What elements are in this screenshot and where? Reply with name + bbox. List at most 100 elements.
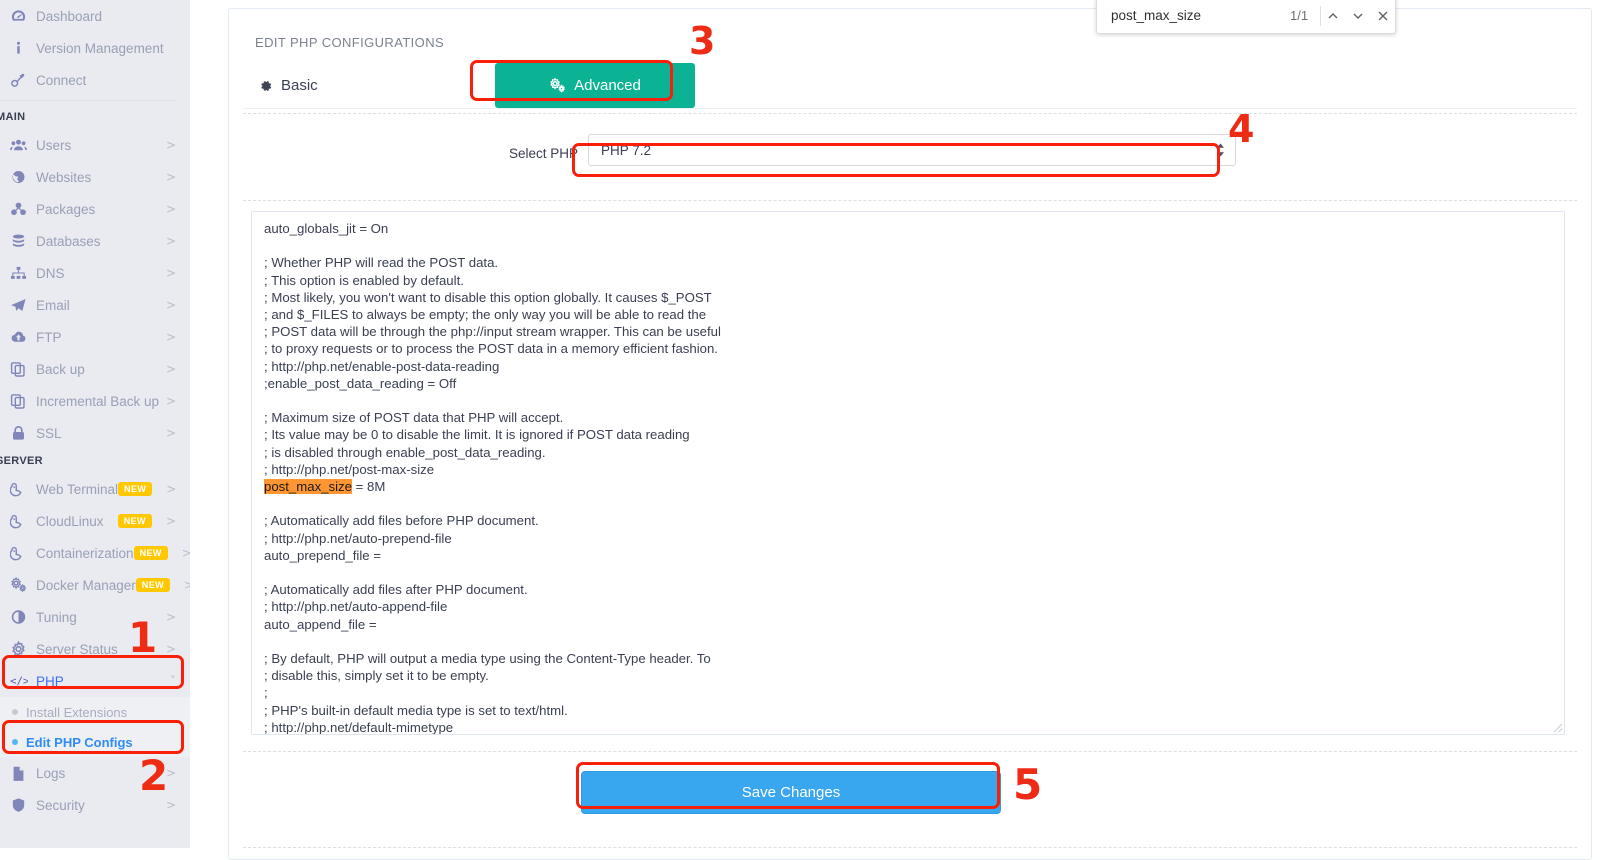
select-php-label: Select PHP [509,146,579,161]
database-icon [10,233,36,249]
find-previous-icon[interactable] [1321,0,1346,34]
tab-basic[interactable]: Basic [259,63,389,108]
sidebar-item-label: Connect [36,72,87,88]
sidebar-item-connect[interactable]: Connect [0,64,190,96]
sidebar-subitem-label: Edit PHP Configs [26,734,133,750]
sidebar-item-label: Dashboard [36,8,103,24]
sidebar-item-server-status[interactable]: Server Status > [0,633,190,665]
chevron-right-icon: > [181,546,190,560]
new-badge: NEW [133,546,168,560]
dashboard-icon [10,8,36,24]
sitemap-icon [10,265,36,281]
sidebar-item-back-up[interactable]: Back up > [0,353,190,385]
globe-icon [10,169,36,185]
chevron-right-icon: > [165,798,176,812]
sidebar-item-websites[interactable]: Websites > [0,161,190,193]
paper-plane-icon [10,297,36,313]
new-badge: NEW [117,514,152,528]
sidebar-item-packages[interactable]: Packages > [0,193,190,225]
sidebar-server-group: Web Terminal NEW > CloudLinux NEW > Containeri… [0,473,190,665]
select-caret-icon [1216,143,1225,158]
find-input[interactable] [1097,7,1290,24]
gear-icon [259,79,273,93]
tab-advanced[interactable]: Advanced [495,63,695,108]
sidebar-item-version-management[interactable]: Version Management [0,32,190,64]
annotation-number-2: 2 [139,751,169,800]
contrast-icon [10,609,36,625]
sidebar-item-label: SSL [36,425,62,441]
info-icon [10,40,36,56]
sidebar-item-containerization[interactable]: Containerization NEW > [0,537,190,569]
shield-icon [10,797,36,813]
chevron-right-icon: > [165,202,176,216]
chevron-right-icon: > [165,298,176,312]
sidebar-item-label: CloudLinux [36,513,104,529]
sidebar-item-cloudlinux[interactable]: CloudLinux NEW > [0,505,190,537]
lock-icon [10,425,36,441]
whale-icon [10,481,36,497]
sidebar-item-label: DNS [36,265,65,281]
sidebar-item-php[interactable]: </> PHP ˅ [0,665,190,697]
packages-icon [10,201,36,217]
chevron-right-icon: > [165,266,176,280]
code-icon: </> [10,674,36,688]
separator-above-save [243,751,1577,752]
sidebar-item-databases[interactable]: Databases > [0,225,190,257]
find-next-icon[interactable] [1346,0,1371,34]
bullet-icon [12,739,18,745]
tab-bar: Basic Advanced [243,63,1577,109]
new-badge: NEW [135,578,170,592]
sidebar-item-tuning[interactable]: Tuning > [0,601,190,633]
chevron-right-icon: > [165,362,176,376]
sidebar-main-group: Users > Websites > Packages > Databases > DNS > Em… [0,129,190,449]
sidebar-item-dashboard[interactable]: Dashboard [0,0,190,32]
bullet-icon [12,709,18,715]
chevron-right-icon: > [165,330,176,344]
chevron-right-icon: > [165,234,176,248]
sidebar-item-docker-manager[interactable]: Docker Manager NEW > [0,569,190,601]
sidebar-item-users[interactable]: Users > [0,129,190,161]
select-php-dropdown[interactable]: PHP 7.2 [588,134,1236,166]
file-icon [10,765,36,781]
copy-icon [10,361,36,377]
sidebar-item-label: Email [36,297,70,313]
main-content: EDIT PHP CONFIGURATIONS Basic Advanced S… [190,0,1600,860]
gears-icon [549,78,566,93]
sidebar-item-email[interactable]: Email > [0,289,190,321]
chevron-right-icon: > [165,170,176,184]
sidebar-heading-main: MAIN [0,111,26,123]
sidebar-item-php-label: PHP [36,673,64,689]
chevron-right-icon: > [165,610,176,624]
sidebar-item-incremental-back-up[interactable]: Incremental Back up > [0,385,190,417]
search-highlight: post_max_size [264,479,352,495]
edit-php-config-card: EDIT PHP CONFIGURATIONS Basic Advanced S… [228,8,1592,860]
sidebar-subitem-label: Install Extensions [26,704,128,720]
sidebar-subitem-install-extensions[interactable]: Install Extensions [0,697,190,727]
chevron-right-icon: > [165,514,176,528]
whale-icon [10,513,36,529]
php-ini-textarea[interactable]: auto_globals_jit = On ; Whether PHP will… [251,211,1565,735]
sidebar-item-label: Back up [36,361,85,377]
browser-find-bar: 1/1 [1096,0,1396,34]
find-match-count: 1/1 [1290,8,1309,23]
svg-text:</>: </> [10,675,28,688]
chevron-right-icon: > [165,138,176,152]
save-button[interactable]: Save Changes [581,771,1001,814]
sidebar-heading-server: SERVER [0,455,43,467]
sidebar-item-dns[interactable]: DNS > [0,257,190,289]
tab-advanced-label: Advanced [574,77,641,94]
sidebar-top-group: Dashboard Version Management Connect [0,0,190,96]
sidebar-item-ftp[interactable]: FTP > [0,321,190,353]
sidebar-item-label: Web Terminal [36,481,119,497]
tab-basic-label: Basic [281,77,318,94]
gears-icon [10,577,36,593]
sidebar-item-label: Containerization [36,545,134,561]
sidebar-item-web-terminal[interactable]: Web Terminal NEW > [0,473,190,505]
sidebar-item-ssl[interactable]: SSL > [0,417,190,449]
sidebar-divider [0,100,176,101]
chevron-right-icon: > [165,642,176,656]
sidebar-item-label: FTP [36,329,62,345]
sidebar-item-label: Incremental Back up [36,393,160,409]
find-close-icon[interactable] [1370,0,1395,34]
sidebar-item-label: Users [36,137,72,153]
